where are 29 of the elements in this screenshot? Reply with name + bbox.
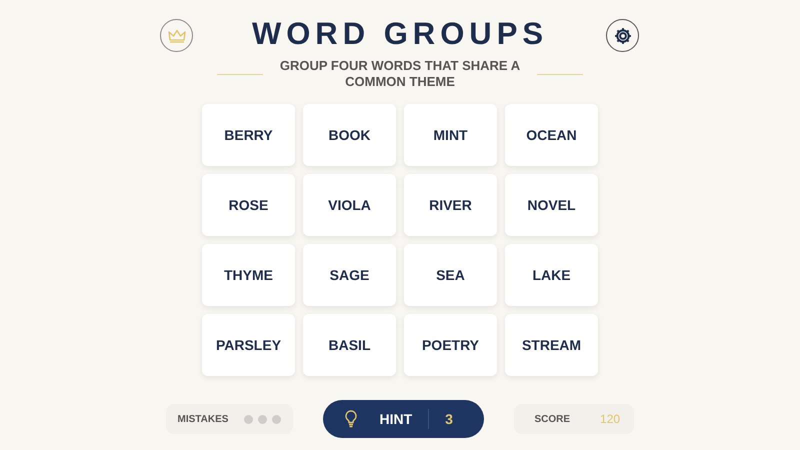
settings-button[interactable] xyxy=(606,19,639,52)
score-value: 120 xyxy=(600,411,620,428)
crown-icon xyxy=(168,28,186,42)
settings-icon xyxy=(612,26,632,46)
lightbulb-icon xyxy=(343,409,360,429)
word-tile[interactable]: SEA xyxy=(404,244,497,306)
mistakes-label: MISTAKES xyxy=(178,412,228,426)
word-tile[interactable]: PARSLEY xyxy=(202,314,295,376)
word-tile[interactable]: OCEAN xyxy=(505,104,598,166)
word-tile[interactable]: STREAM xyxy=(505,314,598,376)
word-tile[interactable]: MINT xyxy=(404,104,497,166)
word-tile[interactable]: POETRY xyxy=(404,314,497,376)
hint-count: 3 xyxy=(445,410,453,428)
word-tile[interactable]: ROSE xyxy=(202,174,295,236)
word-tile[interactable]: THYME xyxy=(202,244,295,306)
word-tile[interactable]: BASIL xyxy=(303,314,396,376)
hint-label: HINT xyxy=(379,410,412,428)
word-tile[interactable]: NOVEL xyxy=(505,174,598,236)
crown-button[interactable] xyxy=(160,19,193,52)
word-tile[interactable]: SAGE xyxy=(303,244,396,306)
score-label: SCORE xyxy=(534,412,570,426)
game-title: WORD GROUPS xyxy=(252,16,548,52)
subtitle: GROUP FOUR WORDS THAT SHARE A COMMON THEME xyxy=(278,58,522,90)
hint-button[interactable]: HINT 3 xyxy=(323,400,484,438)
word-tile[interactable]: BERRY xyxy=(202,104,295,166)
word-tile[interactable]: LAKE xyxy=(505,244,598,306)
word-tile[interactable]: VIOLA xyxy=(303,174,396,236)
word-tile[interactable]: RIVER xyxy=(404,174,497,236)
word-tile[interactable]: BOOK xyxy=(303,104,396,166)
